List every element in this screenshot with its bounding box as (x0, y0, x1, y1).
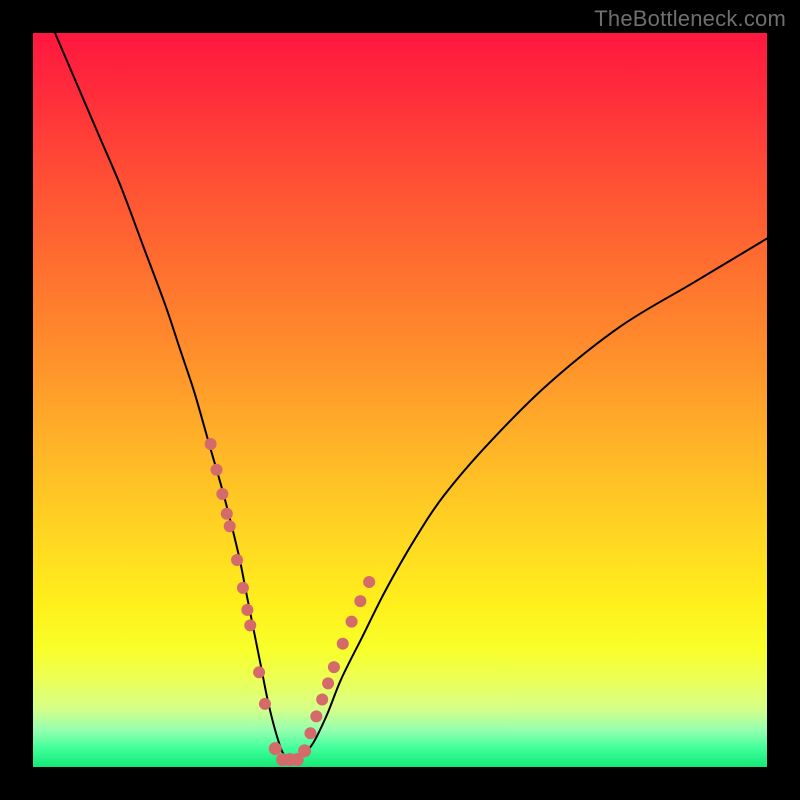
highlight-dot (328, 661, 340, 673)
watermark-text: TheBottleneck.com (594, 6, 786, 32)
bottleneck-curve (55, 33, 767, 761)
highlight-dot (237, 582, 249, 594)
highlight-dots (205, 438, 376, 766)
highlight-dot (253, 666, 265, 678)
highlight-dot (221, 508, 233, 520)
highlight-dot (231, 554, 243, 566)
highlight-dot (269, 742, 282, 755)
highlight-dot (205, 438, 217, 450)
highlight-dot (216, 488, 228, 500)
curve-layer (33, 33, 767, 767)
highlight-dot (363, 576, 375, 588)
highlight-dot (241, 604, 253, 616)
highlight-dot (304, 727, 316, 739)
highlight-dot (316, 693, 328, 705)
highlight-dot (244, 619, 256, 631)
highlight-dot (337, 638, 349, 650)
highlight-dot (298, 744, 311, 757)
chart-stage: TheBottleneck.com (0, 0, 800, 800)
highlight-dot (211, 464, 223, 476)
highlight-dot (259, 698, 271, 710)
highlight-dot (354, 595, 366, 607)
plot-area (33, 33, 767, 767)
highlight-dot (224, 520, 236, 532)
highlight-dot (322, 677, 334, 689)
highlight-dot (310, 710, 322, 722)
highlight-dot (346, 616, 358, 628)
